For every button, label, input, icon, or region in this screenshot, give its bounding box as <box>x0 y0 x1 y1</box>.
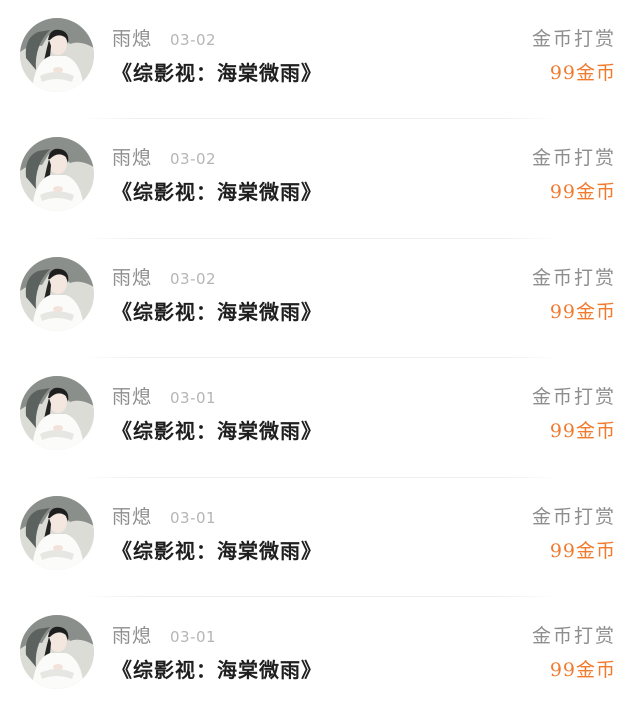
reward-amount: 99金币 <box>549 62 616 84</box>
reward-amount: 99金币 <box>549 300 616 323</box>
book-title[interactable]: 《综影视：海棠微雨》 <box>112 179 322 205</box>
reward-type-label: 金币打赏 <box>531 624 616 647</box>
reward-amount: 99金币 <box>549 420 616 443</box>
reward-record-item[interactable]: 雨熄 03-01 《综影视：海棠微雨》 金币打赏 99金币 <box>0 358 640 478</box>
reward-date: 03-02 <box>170 269 217 288</box>
user-name[interactable]: 雨熄 <box>112 385 152 409</box>
reward-record-item[interactable]: 雨熄 03-01 《综影视：海棠微雨》 金币打赏 99金币 <box>0 597 640 716</box>
reward-type-label: 金币打赏 <box>531 266 616 289</box>
user-avatar[interactable] <box>20 495 94 570</box>
book-title[interactable]: 《综影视：海棠微雨》 <box>112 418 322 444</box>
reward-amount: 99金币 <box>549 539 616 562</box>
user-avatar[interactable] <box>20 376 94 451</box>
user-name[interactable]: 雨熄 <box>112 624 152 648</box>
reward-record-item[interactable]: 雨熄 03-02 《综影视：海棠微雨》 金币打赏 99金币 <box>0 119 640 239</box>
user-avatar[interactable] <box>20 614 94 689</box>
reward-date: 03-02 <box>170 150 217 169</box>
book-title[interactable]: 《综影视：海棠微雨》 <box>112 60 322 86</box>
reward-date: 03-01 <box>170 389 217 408</box>
reward-amount: 99金币 <box>549 658 616 681</box>
user-name[interactable]: 雨熄 <box>112 266 152 290</box>
reward-date: 03-01 <box>170 627 217 646</box>
user-avatar[interactable] <box>20 18 94 92</box>
user-avatar[interactable] <box>20 137 94 212</box>
user-name[interactable]: 雨熄 <box>112 505 152 529</box>
user-name[interactable]: 雨熄 <box>112 146 152 170</box>
book-title[interactable]: 《综影视：海棠微雨》 <box>112 299 322 325</box>
avatar-portrait-icon <box>20 137 94 212</box>
avatar-portrait-icon <box>20 18 94 92</box>
reward-type-label: 金币打赏 <box>531 147 616 170</box>
reward-record-item[interactable]: 雨熄 03-02 《综影视：海棠微雨》 金币打赏 99金币 <box>0 0 640 120</box>
book-title[interactable]: 《综影视：海棠微雨》 <box>112 657 322 683</box>
reward-record-item[interactable]: 雨熄 03-02 《综影视：海棠微雨》 金币打赏 99金币 <box>0 239 640 359</box>
avatar-portrait-icon <box>20 614 94 689</box>
book-title[interactable]: 《综影视：海棠微雨》 <box>112 538 322 564</box>
reward-amount: 99金币 <box>549 181 616 204</box>
reward-date: 03-01 <box>170 508 217 527</box>
reward-date: 03-02 <box>170 31 217 49</box>
avatar-portrait-icon <box>20 256 94 331</box>
reward-type-label: 金币打赏 <box>531 28 616 50</box>
user-avatar[interactable] <box>20 256 94 331</box>
user-name[interactable]: 雨熄 <box>112 27 152 51</box>
avatar-portrait-icon <box>20 376 94 451</box>
reward-type-label: 金币打赏 <box>531 505 616 528</box>
reward-type-label: 金币打赏 <box>531 386 616 409</box>
reward-record-item[interactable]: 雨熄 03-01 《综影视：海棠微雨》 金币打赏 99金币 <box>0 478 640 597</box>
avatar-portrait-icon <box>20 495 94 570</box>
reward-record-list: 雨熄 03-02 《综影视：海棠微雨》 金币打赏 99金币 雨熄 03-02 《… <box>0 0 640 698</box>
